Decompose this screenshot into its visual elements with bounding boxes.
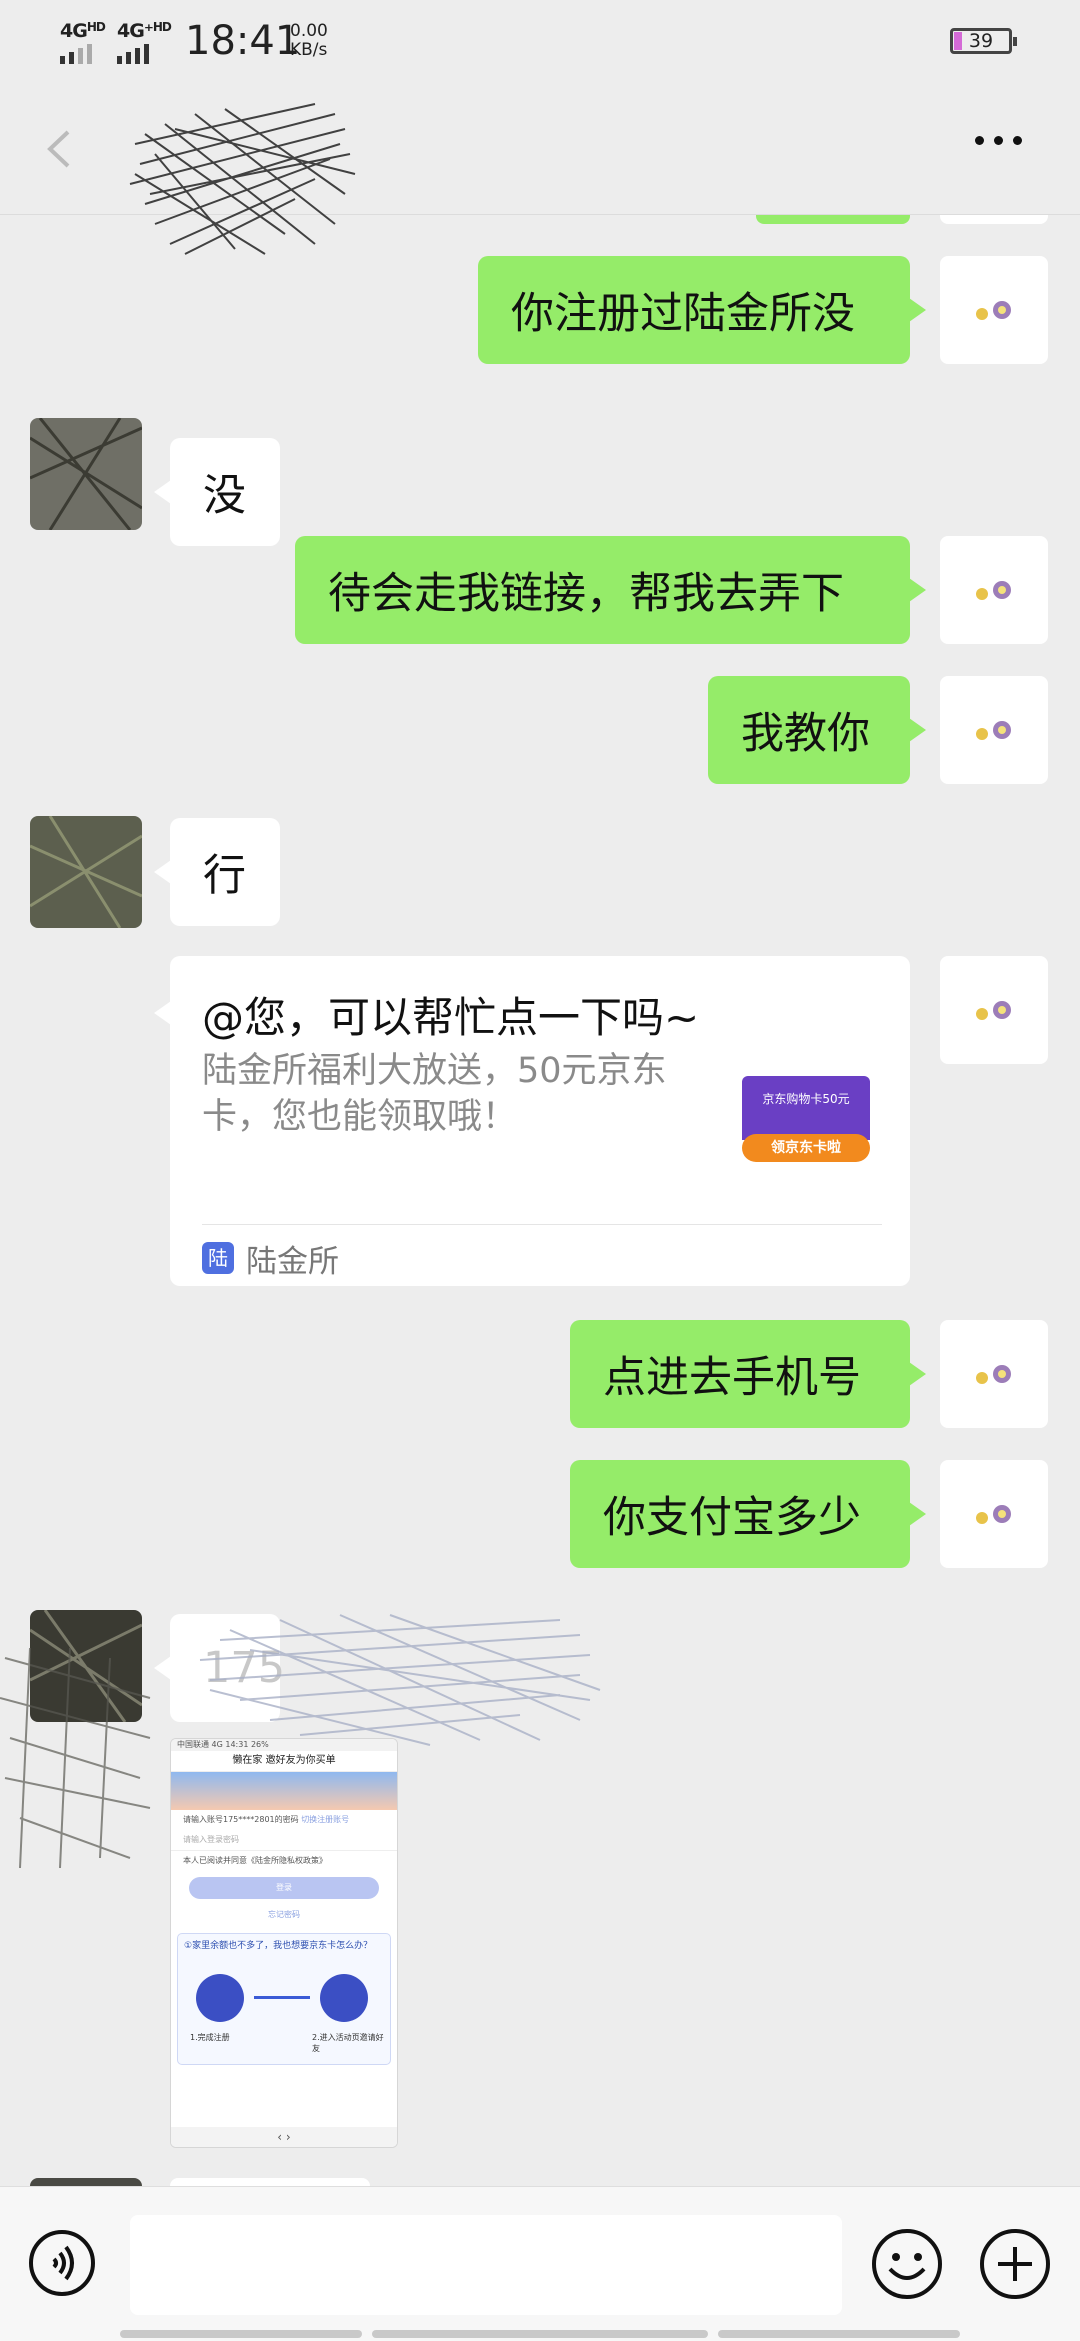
link-card-description: 陆金所福利大放送，50元京东卡，您也能领取哦！	[202, 1051, 667, 1137]
step1-label: 1.完成注册	[190, 2033, 230, 2042]
network-sup: HD	[86, 20, 106, 34]
step2-illustration	[320, 1974, 368, 2022]
arrow-icon	[254, 1996, 310, 1999]
avatar-contact[interactable]	[30, 2178, 142, 2186]
message-bubble-outgoing[interactable]: 你注册过陆金所没	[478, 256, 926, 364]
link-card-source: 陆 陆金所	[202, 1234, 339, 1282]
input-bar	[0, 2186, 1080, 2341]
redacted-avatar	[30, 816, 142, 928]
screenshot-agreement: 本人已阅读并同意《陆金所隐私权政策》	[183, 1856, 327, 1865]
avatar-me[interactable]	[940, 256, 1048, 364]
screenshot-question: ①家里余额也不多了，我也想要京东卡怎么办？	[184, 1941, 373, 1951]
message-bubble-outgoing[interactable]: 我教你	[708, 676, 926, 784]
screenshot-banner	[171, 1772, 397, 1810]
divider	[202, 1224, 882, 1225]
network-sup: HD	[152, 20, 172, 34]
battery-icon: 39	[950, 28, 1017, 54]
screenshot-account-prompt: 请输入账号175****2801的密码 切换注册账号	[171, 1810, 397, 1830]
avatar-me-icon	[976, 1001, 1011, 1020]
voice-icon[interactable]	[28, 2229, 96, 2297]
message-input[interactable]	[130, 2215, 842, 2315]
chat-header	[0, 84, 1080, 255]
message-bubble-incoming[interactable]: 没	[154, 438, 280, 546]
nav-hint-bar	[718, 2330, 960, 2338]
speed-unit: KB/s	[290, 40, 328, 60]
nav-hint-bar	[120, 2330, 362, 2338]
emoji-icon[interactable]	[870, 2227, 944, 2301]
avatar-me[interactable]	[940, 1460, 1048, 1568]
thumb-banner: 京东购物卡50元	[742, 1076, 870, 1140]
link-card[interactable]: @您，可以帮忙点一下吗~ 陆金所福利大放送，50元京东卡，您也能领取哦！ 京东购…	[154, 956, 910, 1286]
screenshot-nav: ‹ ›	[171, 2127, 397, 2147]
avatar-me[interactable]	[940, 536, 1048, 644]
redaction-scribble	[0, 1647, 151, 1869]
avatar-me[interactable]	[940, 956, 1048, 1064]
screenshot-steps-panel: ①家里余额也不多了，我也想要京东卡怎么办？ 1.完成注册 2.进入活动页邀请好友	[177, 1933, 391, 2065]
thumb-button: 领京东卡啦	[742, 1134, 870, 1162]
message-bubble-outgoing[interactable]: 点进去手机号	[570, 1320, 926, 1428]
link-card-thumbnail: 京东购物卡50元 领京东卡啦	[742, 1076, 874, 1176]
screenshot-header: 懒在家 邀好友为你买单	[171, 1751, 397, 1772]
message-bubble-outgoing[interactable]: 待会走我链接，帮我去弄下	[295, 536, 926, 644]
more-dots-icon[interactable]	[975, 136, 1035, 156]
nav-hint-bar	[372, 2330, 708, 2338]
redacted-contact-name	[129, 103, 356, 255]
message-bubble-incoming[interactable]	[170, 2178, 370, 2186]
previous-message-bubble[interactable]	[756, 214, 910, 224]
account-prompt: 请输入账号175****2801的密码	[183, 1815, 299, 1824]
screenshot-password-field: 请输入登录密码	[171, 1830, 397, 1851]
link-card-title: @您，可以帮忙点一下吗~	[202, 993, 700, 1042]
avatar-me-icon	[976, 301, 1011, 320]
signal-indicator-2: 4G⁺HD	[117, 20, 172, 64]
network-speed: 0.00 KB/s	[290, 22, 328, 60]
lujinsuo-logo-icon: 陆	[202, 1242, 234, 1274]
avatar-contact[interactable]	[30, 816, 142, 928]
avatar-me[interactable]	[940, 676, 1048, 784]
screenshot-forgot: 忘记密码	[268, 1910, 300, 1919]
message-bubble-incoming[interactable]: 行	[154, 818, 280, 926]
message-bubble-outgoing[interactable]: 你支付宝多少	[570, 1460, 926, 1568]
avatar-contact[interactable]	[30, 418, 142, 530]
chevron-left-icon[interactable]	[40, 124, 80, 174]
status-bar: 4GHD 4G⁺HD 18:41 0.00 KB/s 39	[0, 0, 1080, 84]
image-message[interactable]: 中国联通 4G 14:31 26% 懒在家 邀好友为你买单 请输入账号175**…	[170, 1738, 398, 2148]
network-label: 4G	[60, 20, 88, 42]
avatar-me-icon	[976, 721, 1011, 740]
step2-label: 2.进入活动页邀请好友	[312, 2033, 384, 2053]
clock: 18:41	[185, 18, 301, 64]
signal-indicator-1: 4GHD	[60, 20, 106, 64]
switch-account: 切换注册账号	[301, 1815, 350, 1824]
battery-level: 39	[968, 30, 994, 52]
avatar-me[interactable]	[940, 1320, 1048, 1428]
avatar-me-icon	[976, 1365, 1011, 1384]
avatar-me-icon	[976, 1505, 1011, 1524]
plus-icon[interactable]	[978, 2227, 1052, 2301]
screenshot-status: 中国联通 4G 14:31 26%	[171, 1739, 397, 1751]
chat-messages[interactable]: 你注册过陆金所没 没 待会走我链接，帮我去弄下 我教你 行 @您，可以帮忙点一下…	[0, 214, 1080, 2186]
network-label: 4G⁺	[117, 20, 154, 42]
speed-value: 0.00	[290, 21, 328, 41]
screenshot-login-button: 登录	[189, 1877, 379, 1899]
avatar-me[interactable]	[940, 214, 1048, 224]
source-name: 陆金所	[246, 1243, 339, 1280]
avatar-me-icon	[976, 581, 1011, 600]
step1-illustration	[196, 1974, 244, 2022]
redaction-scribble	[199, 1614, 601, 1746]
redacted-avatar	[30, 418, 142, 530]
